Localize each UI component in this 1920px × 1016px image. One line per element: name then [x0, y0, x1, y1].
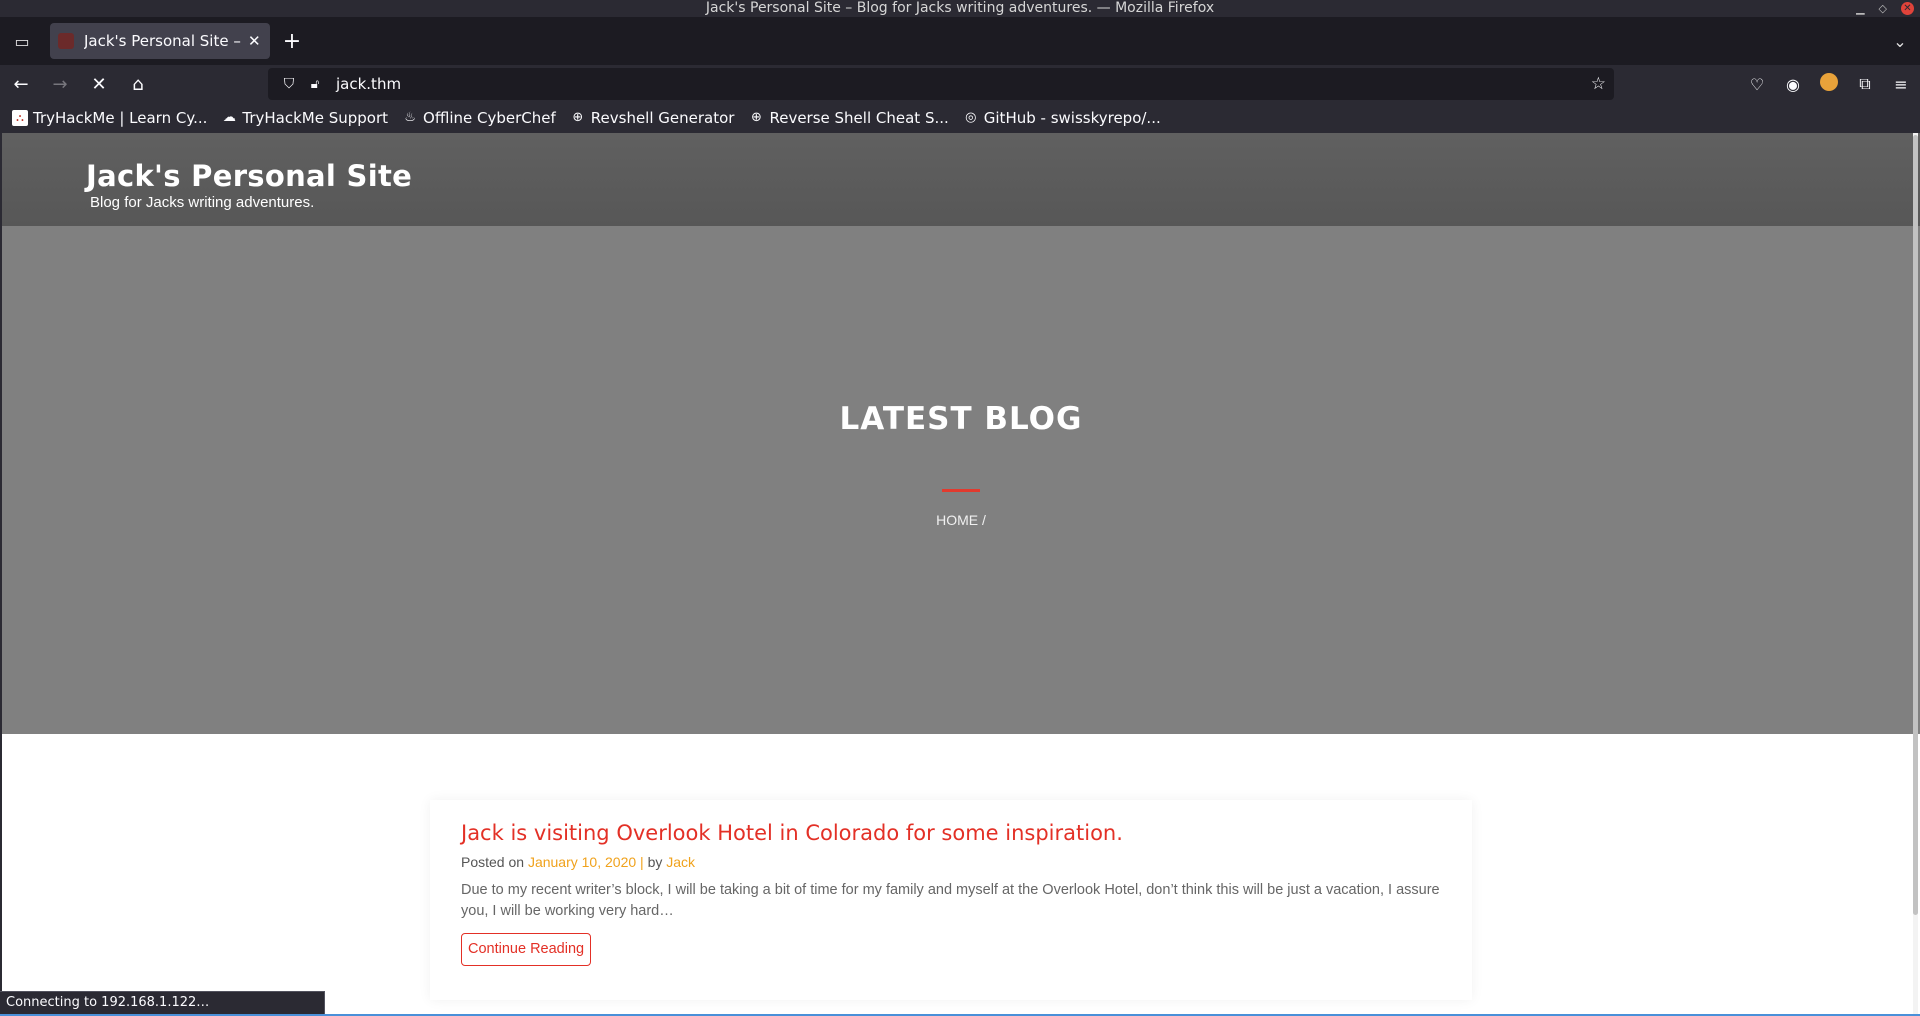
globe-icon: ⊕: [572, 110, 584, 125]
post-author-link[interactable]: Jack: [666, 854, 695, 870]
window-controls: ▁ ◇ ✕: [1856, 0, 1914, 17]
site-header: Jack's Personal Site Blog for Jacks writ…: [2, 133, 1920, 226]
bookmark-revshell[interactable]: ⊕ Revshell Generator: [570, 109, 735, 127]
tab-close-icon[interactable]: ✕: [248, 32, 262, 50]
extension-foxyproxy-icon[interactable]: [1816, 73, 1842, 95]
blog-post-card: Jack is visiting Overlook Hotel in Color…: [430, 800, 1472, 1000]
minimize-icon[interactable]: ▁: [1856, 0, 1864, 17]
pocket-icon[interactable]: ♡: [1744, 75, 1770, 94]
chef-icon: ♨: [404, 110, 416, 125]
list-all-tabs-chevron-icon[interactable]: ⌄: [1880, 32, 1920, 51]
tab-favicon-icon: [58, 33, 74, 49]
status-panel: Connecting to 192.168.1.122…: [0, 991, 325, 1014]
navigation-toolbar: ← → ✕ ⌂ ⛉ 🔓︎ jack.thm ☆ ♡ ◉ ⧉ ≡: [0, 65, 1920, 103]
firefox-view-icon[interactable]: ▭: [0, 17, 44, 65]
bookmark-tryhackme[interactable]: ⛬ TryHackMe | Learn Cy...: [12, 109, 207, 127]
bookmark-tryhackme-support[interactable]: ☁ TryHackMe Support: [221, 109, 388, 127]
page-scrollbar[interactable]: [1913, 133, 1918, 1016]
page-title: LATEST BLOG: [839, 401, 1083, 437]
insecure-lock-icon[interactable]: 🔓︎: [304, 77, 326, 92]
bookmark-star-icon[interactable]: ☆: [1591, 74, 1606, 94]
post-meta-separator: |: [640, 854, 644, 870]
tryhackme-icon: ⛬: [12, 110, 28, 126]
globe-icon: ⊕: [751, 110, 762, 125]
cloud-icon: ☁: [222, 110, 236, 125]
window-title: Jack's Personal Site – Blog for Jacks wr…: [705, 0, 1215, 16]
url-text[interactable]: jack.thm: [336, 75, 401, 93]
github-icon: ◎: [965, 110, 977, 125]
title-underline-divider: [942, 489, 980, 492]
bookmark-label: Offline CyberChef: [423, 109, 556, 127]
back-arrow-icon[interactable]: ←: [3, 68, 39, 100]
bookmark-label: Revshell Generator: [590, 109, 735, 127]
post-meta-prefix: Posted on: [461, 854, 525, 870]
maximize-icon[interactable]: ◇: [1879, 0, 1887, 17]
hero-banner: LATEST BLOG HOME /: [2, 226, 1920, 734]
tab-bar: ▭ Jack's Personal Site – Blo ✕ + ⌄: [0, 17, 1920, 65]
bookmark-github[interactable]: ◎ GitHub - swisskyrepo/...: [963, 109, 1161, 127]
window-titlebar: Jack's Personal Site – Blog for Jacks wr…: [0, 0, 1920, 17]
bookmark-label: GitHub - swisskyrepo/...: [983, 109, 1161, 127]
post-meta-by: by: [647, 854, 663, 870]
site-title[interactable]: Jack's Personal Site: [86, 159, 412, 193]
site-tagline: Blog for Jacks writing adventures.: [90, 194, 315, 211]
bookmark-cyberchef[interactable]: ♨ Offline CyberChef: [402, 109, 556, 127]
new-tab-button[interactable]: +: [272, 23, 312, 59]
post-date-link[interactable]: January 10, 2020: [528, 854, 636, 870]
tab-active[interactable]: Jack's Personal Site – Blo ✕: [50, 23, 270, 59]
post-excerpt: Due to my recent writer’s block, I will …: [461, 882, 1440, 919]
toolbar-icons: ♡ ◉ ⧉ ≡: [1744, 65, 1914, 103]
menu-hamburger-icon[interactable]: ≡: [1888, 75, 1914, 94]
scrollbar-thumb[interactable]: [1913, 135, 1918, 915]
home-icon[interactable]: ⌂: [120, 68, 156, 100]
bookmark-label: Reverse Shell Cheat S...: [769, 109, 949, 127]
continue-reading-button[interactable]: Continue Reading: [461, 933, 592, 966]
breadcrumb[interactable]: HOME /: [2, 512, 1920, 528]
post-title-link[interactable]: Jack is visiting Overlook Hotel in Color…: [461, 821, 1123, 845]
page-viewport: Jack's Personal Site Blog for Jacks writ…: [0, 133, 1920, 1016]
extensions-puzzle-icon[interactable]: ⧉: [1852, 74, 1878, 94]
bookmarks-toolbar: ⛬ TryHackMe | Learn Cy... ☁ TryHackMe Su…: [0, 103, 1920, 133]
tracking-protection-shield-icon[interactable]: ⛉: [278, 76, 300, 92]
account-icon[interactable]: ◉: [1780, 75, 1806, 94]
tab-title: Jack's Personal Site – Blo: [84, 32, 244, 50]
bookmark-label: TryHackMe | Learn Cy...: [33, 109, 208, 127]
close-window-icon[interactable]: ✕: [1901, 2, 1914, 15]
forward-arrow-icon[interactable]: →: [42, 68, 78, 100]
post-meta: Posted on January 10, 2020 | by Jack: [461, 854, 695, 870]
url-bar[interactable]: ⛉ 🔓︎ jack.thm ☆: [268, 68, 1614, 100]
stop-loading-icon[interactable]: ✕: [81, 68, 117, 100]
bookmark-reverse-shell-cheat[interactable]: ⊕ Reverse Shell Cheat S...: [748, 109, 949, 127]
bookmark-label: TryHackMe Support: [242, 109, 389, 127]
